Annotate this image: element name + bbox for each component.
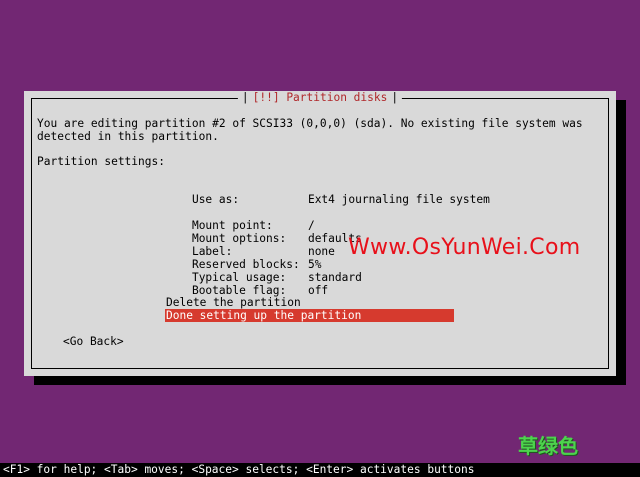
done-setting-up-partition-option[interactable]: Done setting up the partition xyxy=(165,309,454,322)
settings-heading: Partition settings: xyxy=(37,155,165,168)
dialog-title-text: [!!] Partition disks xyxy=(252,91,388,104)
title-left-tick: | xyxy=(241,91,249,104)
title-right-tick: | xyxy=(391,91,399,104)
stamp-text: 草绿色 xyxy=(518,434,578,458)
dialog-title: | [!!] Partition disks | xyxy=(237,91,403,105)
intro-text-line-2: detected in this partition. xyxy=(37,130,219,143)
delete-partition-option[interactable]: Delete the partition xyxy=(165,296,454,309)
setting-label: Use as: xyxy=(191,193,240,206)
intro-text-line-1: You are editing partition #2 of SCSI33 (… xyxy=(37,117,583,130)
help-bar: <F1> for help; <Tab> moves; <Space> sele… xyxy=(0,463,640,477)
watermark-text: Www.OsYunWei.Com xyxy=(348,235,581,260)
partition-dialog: | [!!] Partition disks | You are editing… xyxy=(24,91,616,376)
setting-value: Ext4 journaling file system xyxy=(307,193,490,206)
go-back-button[interactable]: <Go Back> xyxy=(63,335,124,348)
